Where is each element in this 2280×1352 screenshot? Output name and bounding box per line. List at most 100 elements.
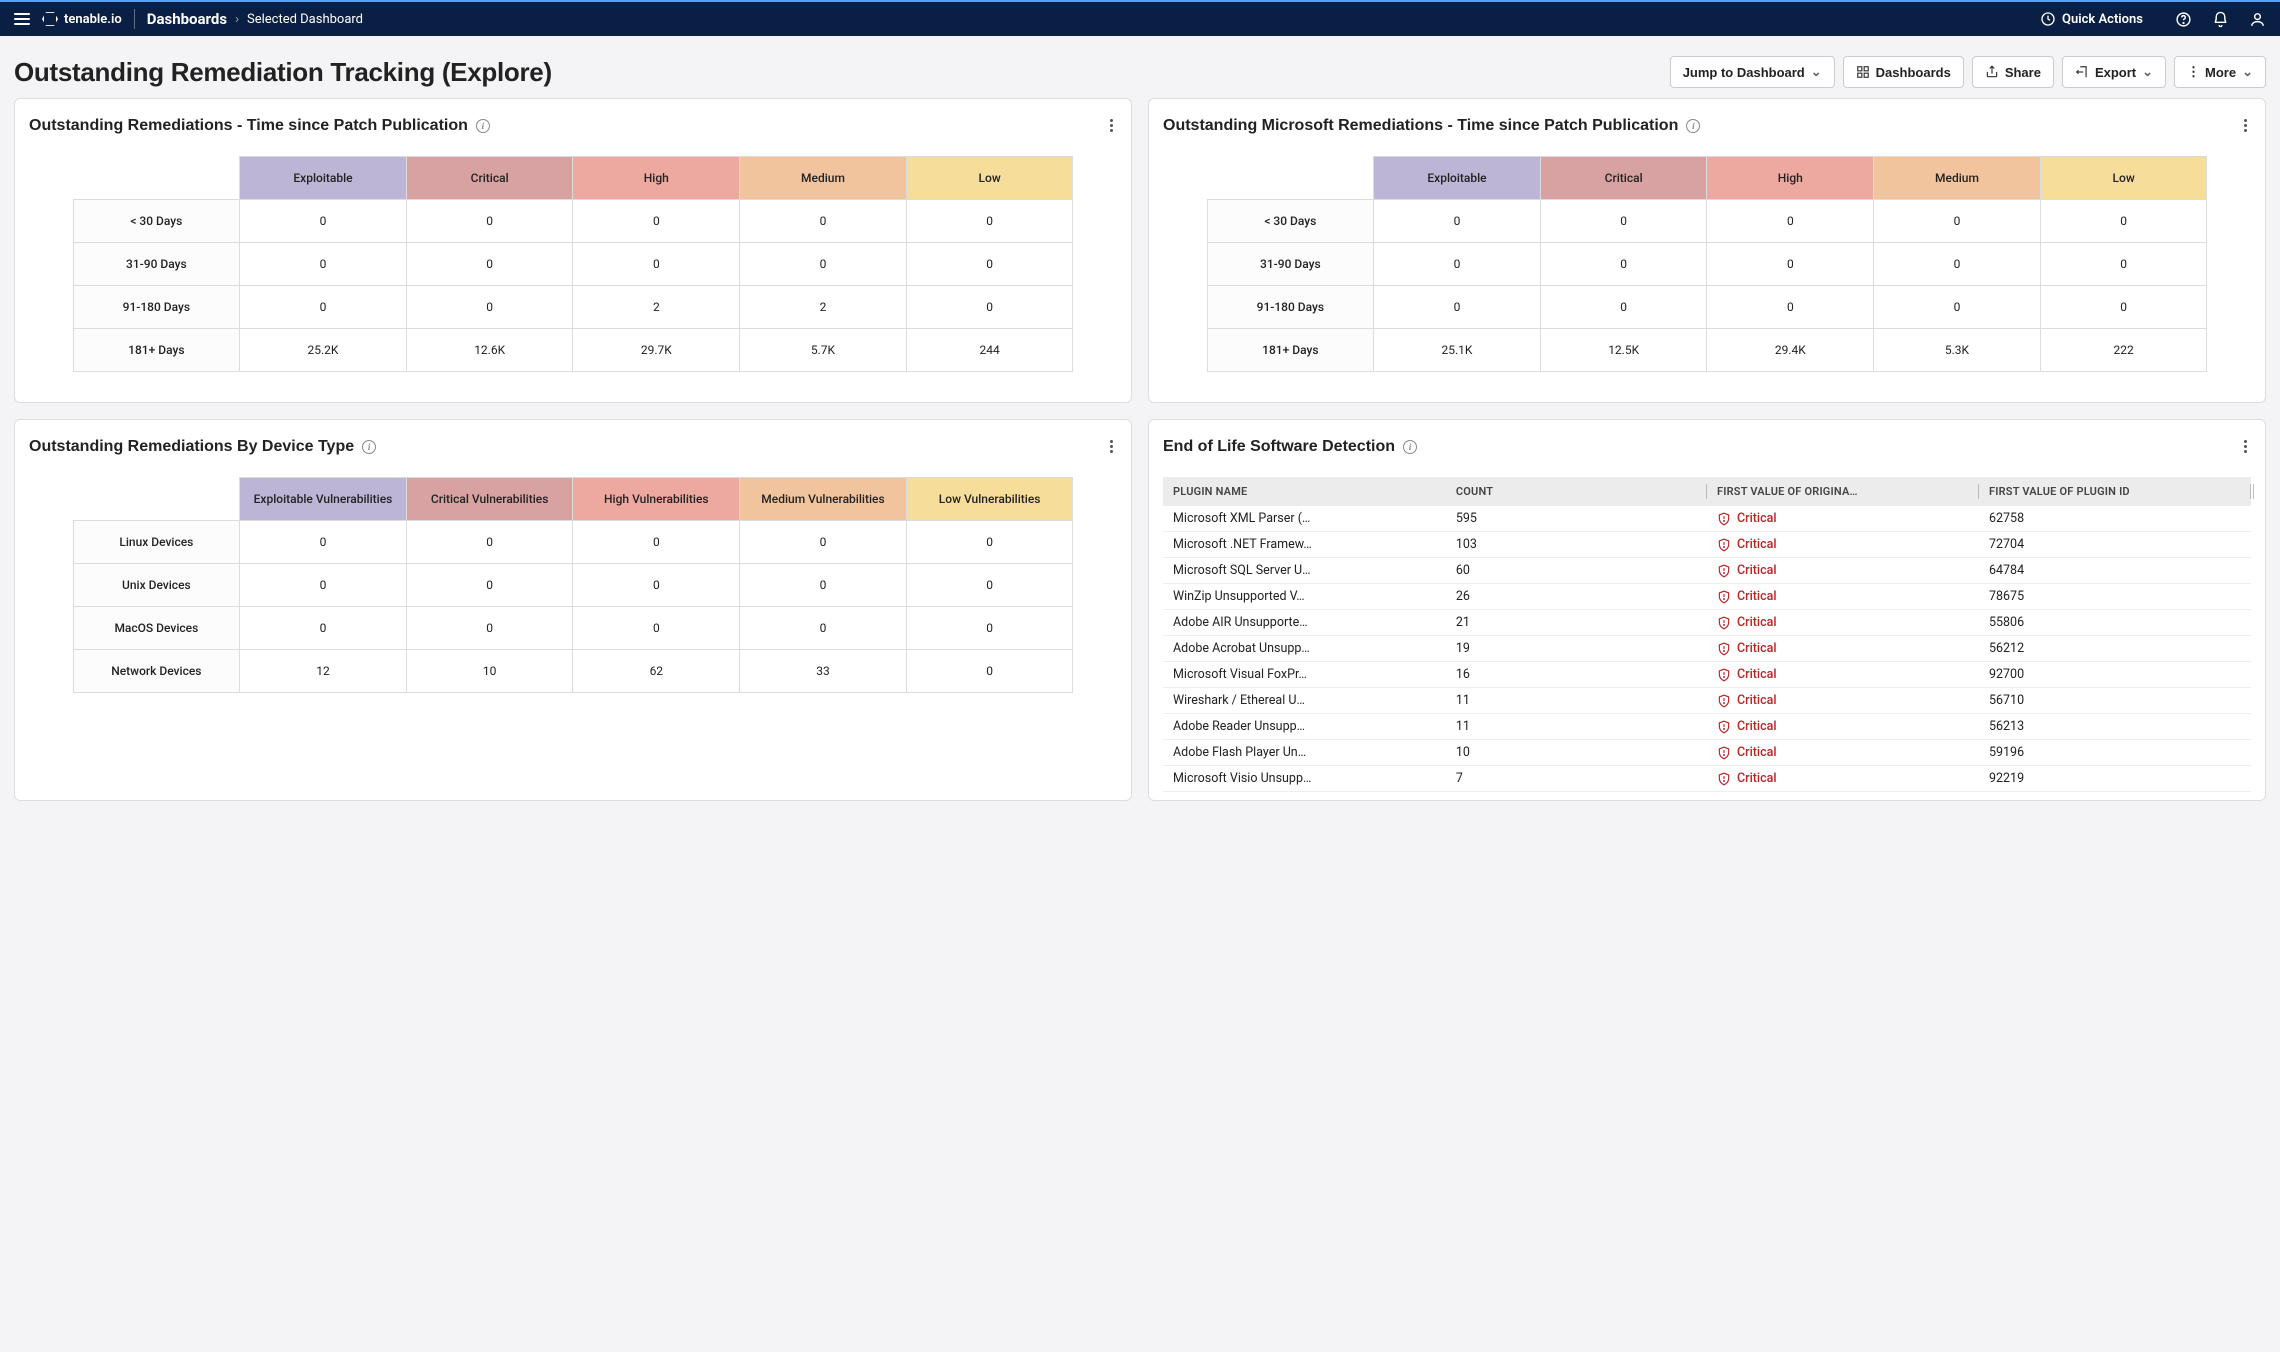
matrix-cell[interactable]: 12.5K <box>1540 329 1707 372</box>
card-menu-icon[interactable] <box>2240 113 2251 138</box>
hamburger-icon[interactable] <box>14 13 30 25</box>
breadcrumb-root[interactable]: Dashboards <box>147 10 227 28</box>
matrix-cell[interactable]: 244 <box>906 329 1073 372</box>
matrix-cell[interactable]: 0 <box>1374 243 1541 286</box>
matrix-cell[interactable]: 0 <box>1540 286 1707 329</box>
matrix-cell[interactable]: 0 <box>1874 243 2041 286</box>
matrix-cell[interactable]: 0 <box>1374 200 1541 243</box>
matrix-cell[interactable]: 0 <box>573 243 740 286</box>
table-row[interactable]: Microsoft .NET Framew…103Critical72704 <box>1163 532 2251 558</box>
matrix-cell[interactable]: 0 <box>740 200 907 243</box>
shield-icon <box>1717 720 1731 734</box>
matrix-cell[interactable]: 0 <box>573 564 740 607</box>
table-row[interactable]: WinZip Unsupported V…26Critical78675 <box>1163 584 2251 610</box>
matrix-cell[interactable]: 29.7K <box>573 329 740 372</box>
matrix-cell[interactable]: 0 <box>240 286 407 329</box>
matrix-cell[interactable]: 0 <box>240 564 407 607</box>
matrix-cell[interactable]: 0 <box>406 607 573 650</box>
col-count[interactable]: COUNT <box>1446 477 1707 506</box>
matrix-cell[interactable]: 12.6K <box>406 329 573 372</box>
matrix-cell[interactable]: 0 <box>573 607 740 650</box>
card-menu-icon[interactable] <box>1106 434 1117 459</box>
matrix-cell[interactable]: 12 <box>240 650 407 693</box>
table-row[interactable]: Microsoft Visual FoxPr…16Critical92700 <box>1163 662 2251 688</box>
help-icon[interactable] <box>2175 11 2192 28</box>
matrix-cell[interactable]: 0 <box>240 521 407 564</box>
share-button[interactable]: Share <box>1972 56 2054 88</box>
matrix-cell[interactable]: 10 <box>406 650 573 693</box>
matrix-cell[interactable]: 2 <box>740 286 907 329</box>
matrix-cell[interactable]: 0 <box>1707 243 1874 286</box>
table-row[interactable]: Adobe Flash Player Un…10Critical59196 <box>1163 740 2251 766</box>
matrix-cell[interactable]: 0 <box>573 200 740 243</box>
info-icon[interactable]: i <box>1403 440 1417 454</box>
matrix-cell[interactable]: 0 <box>906 607 1073 650</box>
table-row[interactable]: Adobe AIR Unsupporte…21Critical55806 <box>1163 610 2251 636</box>
matrix-cell[interactable]: 0 <box>406 200 573 243</box>
matrix-cell[interactable]: 0 <box>240 200 407 243</box>
matrix-cell[interactable]: 0 <box>740 564 907 607</box>
matrix-cell[interactable]: 0 <box>1374 286 1541 329</box>
export-button[interactable]: Export ⌄ <box>2062 56 2166 88</box>
info-icon[interactable]: i <box>1686 119 1700 133</box>
table-row[interactable]: Microsoft SQL Server U…60Critical64784 <box>1163 558 2251 584</box>
table-row[interactable]: Adobe Acrobat Unsupp…19Critical56212 <box>1163 636 2251 662</box>
matrix-cell[interactable]: 222 <box>2040 329 2207 372</box>
matrix-cell[interactable]: 33 <box>740 650 907 693</box>
col-first-plugin-id[interactable]: FIRST VALUE OF PLUGIN ID <box>1979 477 2251 506</box>
matrix-cell[interactable]: 0 <box>2040 286 2207 329</box>
matrix-cell[interactable]: 0 <box>1540 200 1707 243</box>
matrix-cell[interactable]: 0 <box>2040 200 2207 243</box>
card-menu-icon[interactable] <box>2240 434 2251 459</box>
table-row[interactable]: Microsoft Visio Unsupp…7Critical92219 <box>1163 766 2251 792</box>
info-icon[interactable]: i <box>476 119 490 133</box>
jump-to-dashboard-button[interactable]: Jump to Dashboard ⌄ <box>1670 56 1835 88</box>
matrix-cell[interactable]: 29.4K <box>1707 329 1874 372</box>
table-row: Network Devices121062330 <box>73 650 1073 693</box>
matrix-cell[interactable]: 0 <box>406 564 573 607</box>
cell-plugin-name: Microsoft Visio Unsupp… <box>1163 766 1446 792</box>
col-plugin-name[interactable]: PLUGIN NAME <box>1163 477 1446 506</box>
matrix-cell[interactable]: 5.7K <box>740 329 907 372</box>
matrix-cell[interactable]: 0 <box>740 521 907 564</box>
matrix-cell[interactable]: 0 <box>406 286 573 329</box>
brand-logo[interactable]: tenable.io <box>42 11 122 27</box>
matrix-cell[interactable]: 0 <box>740 243 907 286</box>
matrix-cell[interactable]: 0 <box>1874 286 2041 329</box>
user-icon[interactable] <box>2249 11 2266 28</box>
matrix-cell[interactable]: 0 <box>906 243 1073 286</box>
matrix-cell[interactable]: 0 <box>240 243 407 286</box>
matrix-cell[interactable]: 0 <box>906 286 1073 329</box>
table-row[interactable]: Adobe Reader Unsupp…11Critical56213 <box>1163 714 2251 740</box>
matrix-cell[interactable]: 0 <box>573 521 740 564</box>
table-row[interactable]: Wireshark / Ethereal U…11Critical56710 <box>1163 688 2251 714</box>
breadcrumb-leaf[interactable]: Selected Dashboard <box>247 12 363 27</box>
matrix-cell[interactable]: 62 <box>573 650 740 693</box>
matrix-cell[interactable]: 0 <box>1707 286 1874 329</box>
more-button[interactable]: ⋮ More ⌄ <box>2174 56 2266 88</box>
matrix-cell[interactable]: 25.1K <box>1374 329 1541 372</box>
card-menu-icon[interactable] <box>1106 113 1117 138</box>
matrix-cell[interactable]: 5.3K <box>1874 329 2041 372</box>
col-first-original[interactable]: FIRST VALUE OF ORIGINA… <box>1707 477 1979 506</box>
matrix-cell[interactable]: 0 <box>906 564 1073 607</box>
matrix-cell[interactable]: 0 <box>1540 243 1707 286</box>
matrix-cell[interactable]: 0 <box>406 243 573 286</box>
matrix-cell[interactable]: 0 <box>906 521 1073 564</box>
matrix-cell[interactable]: 25.2K <box>240 329 407 372</box>
quick-actions-button[interactable]: Quick Actions <box>2040 11 2143 27</box>
bell-icon[interactable] <box>2212 11 2229 28</box>
matrix-cell[interactable]: 0 <box>240 607 407 650</box>
table-row[interactable]: Microsoft XML Parser (…595Critical62758 <box>1163 506 2251 532</box>
matrix-cell[interactable]: 0 <box>406 521 573 564</box>
matrix-cell[interactable]: 0 <box>2040 243 2207 286</box>
info-icon[interactable]: i <box>362 440 376 454</box>
page-header: Outstanding Remediation Tracking (Explor… <box>0 36 2280 98</box>
matrix-cell[interactable]: 0 <box>1707 200 1874 243</box>
matrix-cell[interactable]: 2 <box>573 286 740 329</box>
matrix-cell[interactable]: 0 <box>740 607 907 650</box>
dashboards-button[interactable]: Dashboards <box>1843 56 1964 88</box>
matrix-cell[interactable]: 0 <box>906 650 1073 693</box>
matrix-cell[interactable]: 0 <box>906 200 1073 243</box>
matrix-cell[interactable]: 0 <box>1874 200 2041 243</box>
